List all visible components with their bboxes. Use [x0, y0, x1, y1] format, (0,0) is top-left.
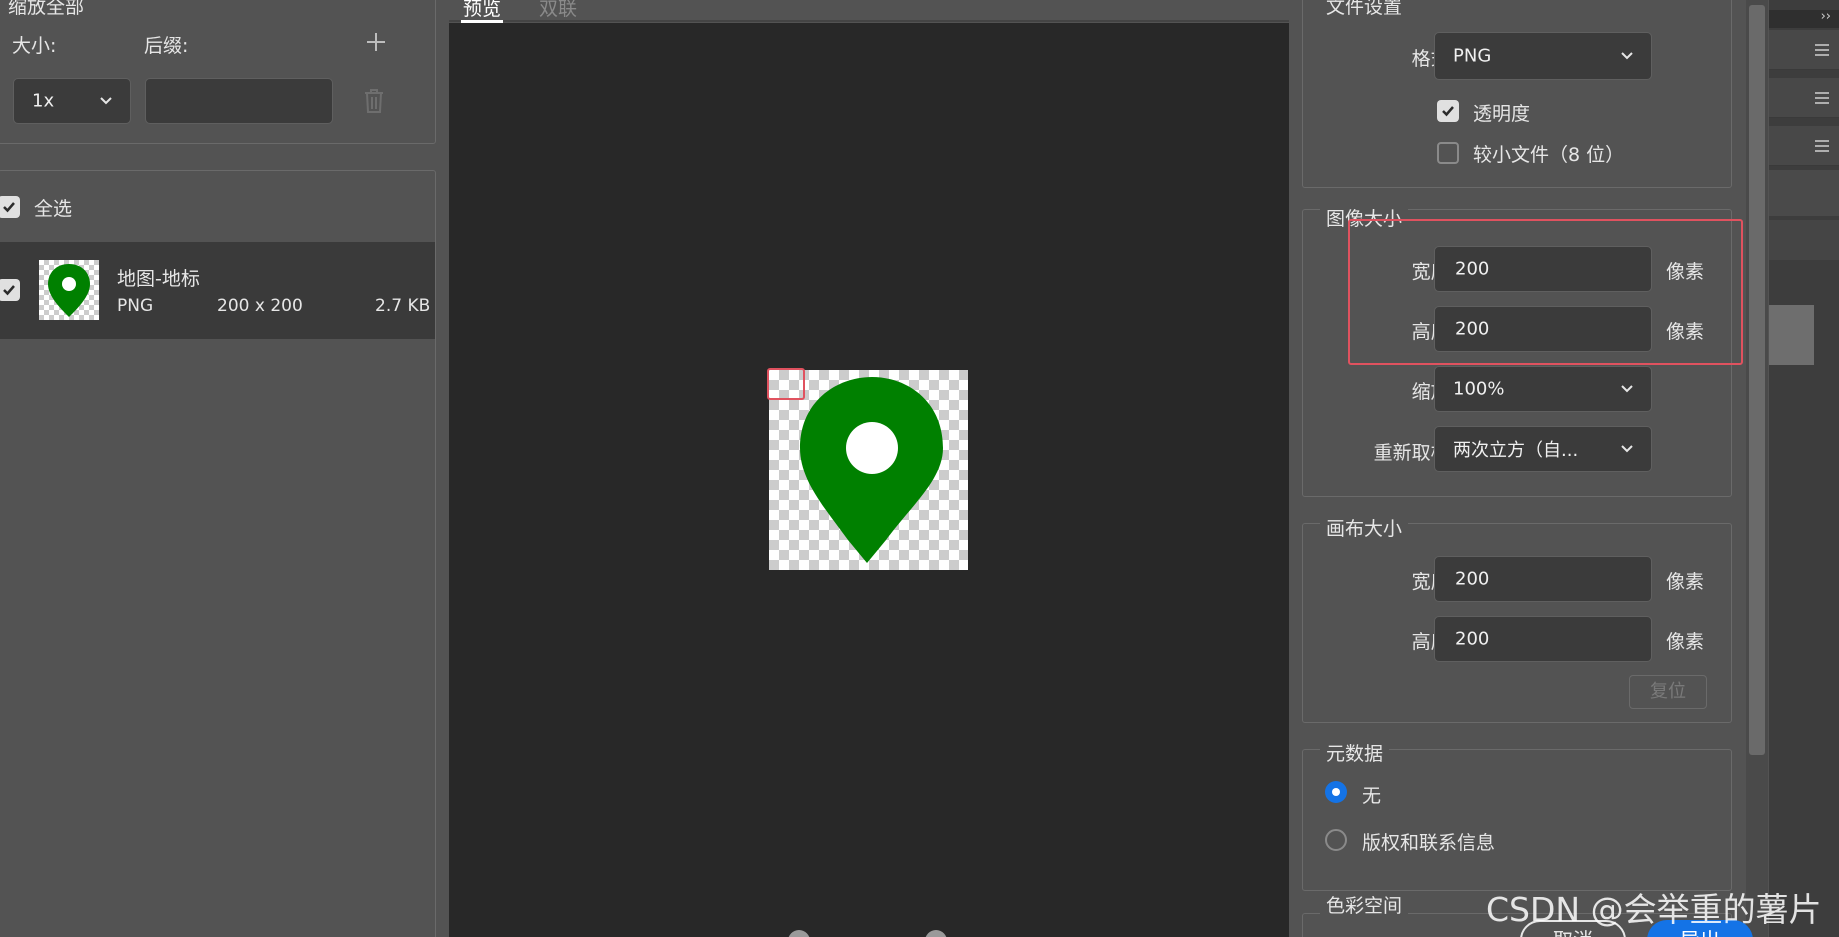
size-dropdown-value: 1x: [32, 90, 55, 112]
dock-header: ››: [1769, 9, 1839, 28]
highlight-box-corner: [767, 368, 805, 400]
select-all-label[interactable]: 全选: [34, 194, 72, 221]
preview-image: [769, 370, 968, 570]
reset-button[interactable]: 复位: [1629, 675, 1707, 709]
canvas-size-legend: 画布大小: [1320, 514, 1409, 541]
watermark: CSDN @会举重的薯片: [1486, 890, 1822, 929]
canvas-width-unit: 像素: [1666, 571, 1705, 593]
smaller-file-label[interactable]: 较小文件（8 位）: [1473, 140, 1624, 167]
scale-all-legend: 缩放全部: [2, 0, 91, 19]
add-icon[interactable]: [364, 30, 388, 54]
size-label: 大小:: [12, 35, 57, 57]
settings-scrollbar-thumb[interactable]: [1749, 5, 1765, 755]
dock-row-4: [1769, 170, 1839, 216]
dock-row-5: [1769, 220, 1839, 260]
transparency-label[interactable]: 透明度: [1473, 99, 1530, 126]
format-dropdown-value: PNG: [1453, 45, 1492, 67]
metadata-group: [1302, 749, 1732, 891]
chevron-down-icon: [1621, 385, 1633, 393]
image-width-input[interactable]: 200: [1434, 246, 1652, 292]
suffix-label: 后缀:: [144, 35, 189, 57]
suffix-input[interactable]: [145, 78, 333, 124]
tab-preview[interactable]: 预览: [463, 0, 501, 21]
chevron-down-icon: [100, 97, 112, 105]
metadata-copyright-radio[interactable]: [1325, 829, 1347, 851]
asset-format: PNG: [117, 296, 154, 316]
smaller-file-checkbox[interactable]: [1437, 142, 1459, 164]
dock-thumb: [1769, 305, 1814, 365]
trash-icon: [363, 88, 385, 114]
chevron-down-icon: [1621, 445, 1633, 453]
hamburger-icon[interactable]: [1815, 92, 1829, 104]
metadata-none-label[interactable]: 无: [1362, 781, 1381, 808]
canvas-width-input[interactable]: 200: [1434, 556, 1652, 602]
chevron-down-icon: [1621, 52, 1633, 60]
dock-row-3[interactable]: [1769, 126, 1839, 166]
tab-2-up[interactable]: 双联: [539, 0, 577, 21]
asset-dimensions: 200 x 200: [217, 296, 303, 316]
image-height-input[interactable]: 200: [1434, 306, 1652, 352]
asset-thumbnail: [39, 260, 99, 320]
file-settings-legend: 文件设置: [1320, 0, 1409, 19]
image-height-unit: 像素: [1666, 321, 1705, 343]
dock-row-2[interactable]: [1769, 78, 1839, 118]
resample-dropdown[interactable]: 两次立方（自...: [1434, 426, 1652, 472]
hamburger-icon[interactable]: [1815, 44, 1829, 56]
asset-name: 地图-地标: [117, 268, 200, 290]
asset-filesize: 2.7 KB: [375, 296, 431, 316]
map-pin-icon: [48, 264, 90, 317]
size-dropdown[interactable]: 1x: [13, 78, 131, 124]
select-all-checkbox[interactable]: [0, 196, 20, 218]
metadata-none-radio[interactable]: [1325, 781, 1347, 803]
scale-dropdown[interactable]: 100%: [1434, 366, 1652, 412]
canvas-height-unit: 像素: [1666, 631, 1705, 653]
metadata-legend: 元数据: [1320, 739, 1390, 766]
scale-dropdown-value: 100%: [1453, 378, 1505, 400]
map-pin-graphic: [800, 377, 943, 563]
color-space-legend: 色彩空间: [1320, 891, 1409, 918]
metadata-copyright-label[interactable]: 版权和联系信息: [1362, 828, 1495, 855]
asset-checkbox[interactable]: [0, 279, 20, 301]
transparency-checkbox[interactable]: [1437, 100, 1459, 122]
image-width-unit: 像素: [1666, 261, 1705, 283]
hamburger-icon[interactable]: [1815, 140, 1829, 152]
dock-row-1[interactable]: [1769, 30, 1839, 70]
format-dropdown[interactable]: PNG: [1434, 32, 1652, 80]
canvas-height-input[interactable]: 200: [1434, 616, 1652, 662]
resample-dropdown-value: 两次立方（自...: [1453, 440, 1579, 461]
collapse-icon[interactable]: ››: [1821, 9, 1831, 24]
